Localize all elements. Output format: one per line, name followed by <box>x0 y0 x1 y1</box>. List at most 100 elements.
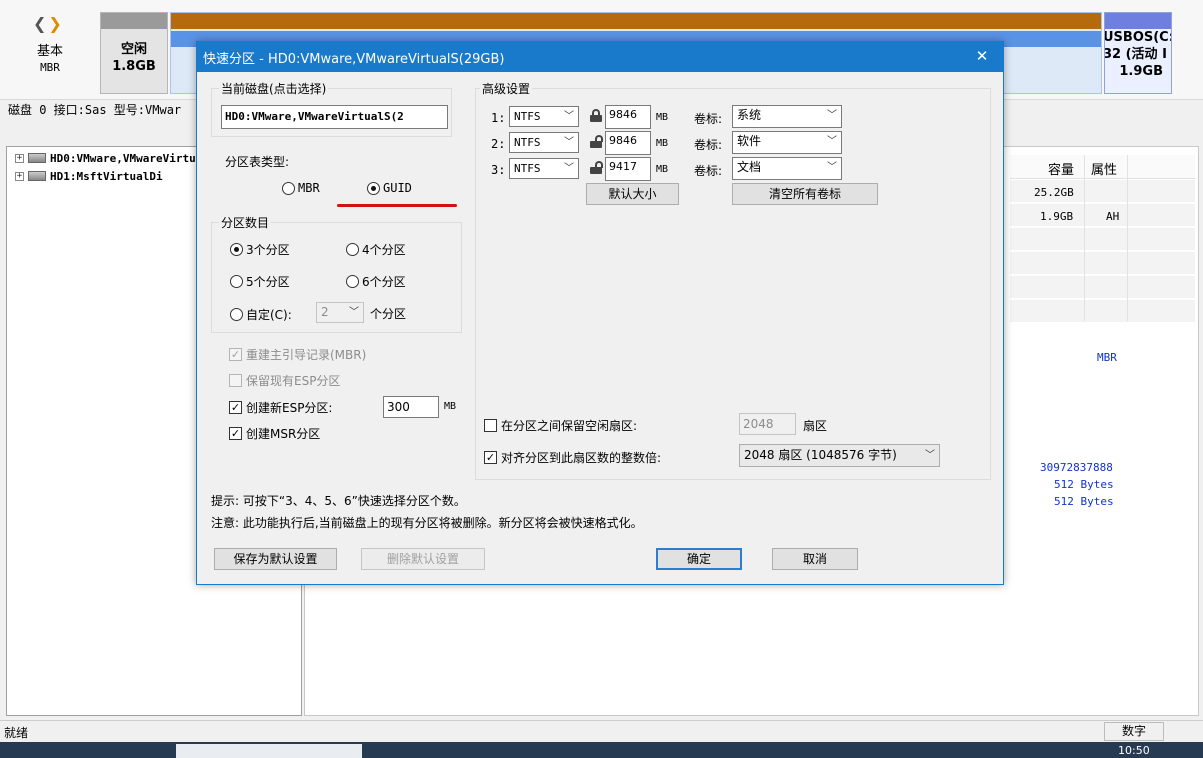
tree-item-hd1[interactable]: + HD1:MsftVirtualDi <box>15 167 163 185</box>
lock-open-icon[interactable] <box>590 135 603 148</box>
custom-count-value: 2 <box>321 305 329 319</box>
usb-partition-block[interactable]: USBOS(C: 32 (活动 I 1.9GB <box>1104 12 1172 94</box>
delete-default-button[interactable]: 删除默认设置 <box>361 548 485 570</box>
radio-5-label: 5个分区 <box>246 275 290 289</box>
partition-2-volume-select[interactable]: 软件 ﹀ <box>732 131 842 154</box>
partition-3-fs-select[interactable]: NTFS ﹀ <box>509 158 579 179</box>
partition-1-size-input[interactable]: 9846 <box>605 105 651 129</box>
radio-icon <box>346 275 359 288</box>
partition-2-fs: NTFS <box>514 136 541 149</box>
expand-icon[interactable]: + <box>15 153 24 163</box>
chevron-down-icon: ﹀ <box>827 110 837 121</box>
free-space-label: 空闲 <box>120 42 147 57</box>
clear-labels-button[interactable]: 清空所有卷标 <box>732 183 878 205</box>
partition-1-index: 1: <box>491 111 506 125</box>
checkbox-checked-icon: ✓ <box>484 451 497 464</box>
radio-selected-icon <box>230 243 243 256</box>
partition-1-fs-select[interactable]: NTFS ﹀ <box>509 106 579 127</box>
partition-2-fs-select[interactable]: NTFS ﹀ <box>509 132 579 153</box>
radio-3-partitions[interactable]: 3个分区 <box>230 241 290 258</box>
taskbar-app-button[interactable] <box>176 744 362 758</box>
partition-1-volume: 系统 <box>737 108 762 122</box>
total-sectors-value: 30972837888 <box>1040 461 1113 474</box>
checkbox-icon <box>229 374 242 387</box>
radio-custom-label: 自定(C): <box>246 308 292 322</box>
esp-size-unit: MB <box>444 401 457 412</box>
quick-partition-dialog: 快速分区 - HD0:VMware,VMwareVirtualS(29GB) ✕… <box>196 41 1004 585</box>
warning-text: 注意: 此功能执行后,当前磁盘上的现有分区将被删除。新分区将会被快速格式化。 <box>211 516 643 530</box>
radio-selected-icon <box>367 181 380 195</box>
table-row <box>1010 300 1195 323</box>
partition-3-volume-select[interactable]: 文档 ﹀ <box>732 157 842 180</box>
radio-icon <box>230 275 243 288</box>
dialog-title-bar[interactable]: 快速分区 - HD0:VMware,VMwareVirtualS(29GB) ✕ <box>197 42 1003 72</box>
lock-closed-icon[interactable] <box>590 109 602 122</box>
default-size-button[interactable]: 默认大小 <box>586 183 679 205</box>
radio-mbr[interactable]: MBR <box>282 181 320 195</box>
column-capacity[interactable]: 容量 <box>1048 159 1074 178</box>
tree-item-hd0[interactable]: + HD0:VMware,VMwareVirtualS <box>15 149 216 167</box>
radio-icon <box>230 308 243 321</box>
checkbox-checked-icon: ✓ <box>229 348 242 361</box>
keep-free-sectors-unit: 扇区 <box>803 419 828 433</box>
red-underline-annotation <box>337 204 457 207</box>
radio-icon <box>346 243 359 256</box>
align-partitions-checkbox[interactable]: ✓ 对齐分区到此扇区数的整数倍: <box>484 449 661 466</box>
radio-guid[interactable]: GUID <box>367 181 412 195</box>
keep-free-sectors-input[interactable]: 2048 <box>739 413 796 435</box>
forward-arrow-icon[interactable]: ❯ <box>48 14 63 33</box>
disk-style-text: MBR <box>40 61 60 74</box>
row-attributes: AH <box>1106 210 1120 223</box>
row-capacity: 25.2GB <box>1034 186 1074 199</box>
table-row[interactable] <box>1010 204 1195 227</box>
create-msr-label: 创建MSR分区 <box>246 427 321 441</box>
table-row <box>1010 252 1195 275</box>
hard-disk-icon <box>28 171 46 181</box>
status-bar <box>0 720 1203 742</box>
back-arrow-icon[interactable]: ❮ <box>33 14 48 33</box>
radio-6-partitions[interactable]: 6个分区 <box>346 273 406 290</box>
cancel-button[interactable]: 取消 <box>772 548 858 570</box>
hard-disk-icon <box>28 153 46 163</box>
keep-esp-checkbox[interactable]: 保留现有ESP分区 <box>229 372 340 389</box>
radio-5-partitions[interactable]: 5个分区 <box>230 273 290 290</box>
partition-2-volume: 软件 <box>737 134 762 148</box>
expand-icon[interactable]: + <box>15 171 24 181</box>
keep-free-sectors-checkbox[interactable]: 在分区之间保留空闲扇区: <box>484 417 637 434</box>
radio-custom-partitions[interactable]: 自定(C): <box>230 306 292 323</box>
partition-table-label: 分区表类型: <box>225 155 290 169</box>
tree-item-label: HD0:VMware,VMwareVirtualS <box>50 151 216 165</box>
save-default-button[interactable]: 保存为默认设置 <box>214 548 337 570</box>
grid-divider <box>1084 155 1085 321</box>
disk-info-line: 磁盘 0 接口:Sas 型号:VMwar <box>8 103 182 117</box>
keep-free-sectors-label: 在分区之间保留空闲扇区: <box>501 419 638 433</box>
partition-2-size-input[interactable]: 9846 <box>605 131 651 155</box>
custom-count-select[interactable]: 2 ﹀ <box>316 302 364 323</box>
align-sectors-value: 2048 扇区 (1048576 字节) <box>744 448 897 462</box>
usb-partition-fs: 32 (活动 I <box>1104 47 1167 62</box>
free-space-size: 1.8GB <box>112 59 156 74</box>
partition-1-volume-select[interactable]: 系统 ﹀ <box>732 105 842 128</box>
partition-3-size-input[interactable]: 9417 <box>605 157 651 181</box>
partition-3-volume: 文档 <box>737 160 762 174</box>
ok-button[interactable]: 确定 <box>656 548 742 570</box>
disk-nav-arrows[interactable]: ❮❯ <box>33 14 64 33</box>
create-msr-checkbox[interactable]: ✓ 创建MSR分区 <box>229 425 320 442</box>
align-partitions-label: 对齐分区到此扇区数的整数倍: <box>501 451 662 465</box>
esp-size-input[interactable]: 300 <box>383 396 439 418</box>
free-space-block[interactable]: 空闲 1.8GB <box>100 12 168 94</box>
chevron-down-icon: ﹀ <box>827 162 837 173</box>
rebuild-mbr-checkbox[interactable]: ✓ 重建主引导记录(MBR) <box>229 346 366 363</box>
create-esp-checkbox[interactable]: ✓ 创建新ESP分区: <box>229 399 332 416</box>
close-icon[interactable]: ✕ <box>961 42 1003 72</box>
align-sectors-select[interactable]: 2048 扇区 (1048576 字节) ﹀ <box>739 444 940 467</box>
create-esp-label: 创建新ESP分区: <box>246 401 333 415</box>
lock-open-icon[interactable] <box>590 161 603 174</box>
radio-guid-label: GUID <box>383 181 412 195</box>
dialog-title: 快速分区 - HD0:VMware,VMwareVirtualS(29GB) <box>203 52 505 67</box>
disk-type-label: 基本 MBR <box>22 44 78 76</box>
column-attributes[interactable]: 属性 <box>1091 159 1117 178</box>
current-disk-selector[interactable]: HD0:VMware,VMwareVirtualS(2 <box>221 105 448 129</box>
radio-4-partitions[interactable]: 4个分区 <box>346 241 406 258</box>
current-disk-label: 当前磁盘(点击选择) <box>219 80 329 97</box>
